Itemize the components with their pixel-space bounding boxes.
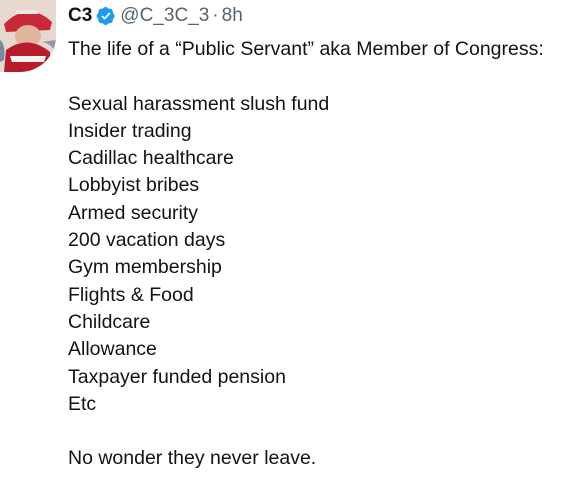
list-item: Sexual harassment slush fund <box>68 92 330 115</box>
tweet-closing: No wonder they never leave. <box>68 447 317 470</box>
tweet: C3 @C_3C_3 · 8h The life of a “Public Se… <box>0 0 571 480</box>
verified-badge-icon <box>96 6 116 26</box>
list-item: 200 vacation days <box>68 229 226 252</box>
list-item: Taxpayer funded pension <box>68 365 286 388</box>
list-item: Allowance <box>68 338 157 361</box>
tweet-text: The life of a “Public Servant” aka Membe… <box>68 36 563 473</box>
tweet-intro: The life of a “Public Servant” aka Membe… <box>68 38 544 60</box>
author-name[interactable]: C3 <box>68 5 92 27</box>
avatar[interactable] <box>0 0 56 72</box>
list-item: Etc <box>68 392 97 415</box>
tweet-header: C3 @C_3C_3 · 8h <box>68 4 563 28</box>
list-item: Gym membership <box>68 256 222 279</box>
list-item: Childcare <box>68 310 151 333</box>
list-item: Insider trading <box>68 119 192 142</box>
tweet-content: C3 @C_3C_3 · 8h The life of a “Public Se… <box>68 4 563 473</box>
list-item: Armed security <box>68 201 199 224</box>
tweet-list: Sexual harassment slush fund Insider tra… <box>68 91 563 419</box>
separator-dot: · <box>212 5 219 26</box>
list-item: Cadillac healthcare <box>68 147 234 170</box>
author-handle[interactable]: @C_3C_3 <box>120 5 209 27</box>
list-item: Flights & Food <box>68 283 194 306</box>
avatar-image <box>0 0 56 72</box>
list-item: Lobbyist bribes <box>68 174 200 197</box>
timestamp[interactable]: 8h <box>222 5 243 27</box>
